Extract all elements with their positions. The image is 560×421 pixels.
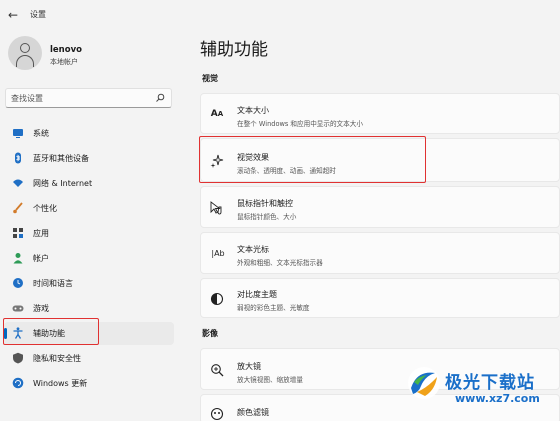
- highlight-box-accessibility: [3, 318, 99, 345]
- avatar-body: [16, 55, 34, 67]
- card-desc: 放大镜视图、缩放增量: [237, 376, 303, 384]
- sidebar-item-label: 蓝牙和其他设备: [33, 154, 89, 163]
- text-size-icon: AA: [210, 109, 224, 119]
- card-desc: 鼠标指针颜色、大小: [237, 213, 297, 221]
- globe-clock-icon: [13, 278, 23, 288]
- card-desc: 外观和粗细、文本光标指示器: [237, 259, 323, 267]
- sidebar-item-label: 应用: [33, 229, 49, 238]
- sidebar-item-bluetooth[interactable]: 蓝牙和其他设备: [4, 147, 174, 170]
- update-icon: [12, 377, 24, 389]
- text-cursor-icon: |Ab: [211, 249, 225, 258]
- bluetooth-icon: [15, 152, 21, 164]
- watermark: 极光下载站 www.xz7.com: [405, 362, 560, 421]
- avatar-head: [20, 43, 30, 53]
- card-desc: 在整个 Windows 和应用中显示的文本大小: [237, 120, 363, 128]
- section-label-vision: 视觉: [202, 74, 218, 83]
- card-title: 颜色滤镜: [237, 408, 269, 417]
- section-label-hearing: 影像: [202, 329, 218, 338]
- sidebar-item-label: Windows 更新: [33, 379, 88, 388]
- wifi-icon: [13, 179, 23, 187]
- title-bar: ← 设置: [0, 0, 560, 30]
- color-filter-icon: [210, 407, 224, 421]
- card-title: 鼠标指针和触控: [237, 199, 293, 208]
- search-icon[interactable]: [155, 93, 165, 103]
- search-input[interactable]: [11, 92, 151, 105]
- sidebar-item-time-language[interactable]: 时间和语言: [4, 272, 174, 295]
- card-title: 文本大小: [237, 106, 269, 115]
- contrast-icon: [210, 292, 224, 306]
- user-name: lenovo: [50, 45, 82, 55]
- brand-logo-icon: [408, 367, 440, 399]
- card-desc: 弱视的彩色主题、光敏度: [237, 304, 310, 312]
- card-mouse-pointer[interactable]: 鼠标指针和触控 鼠标指针颜色、大小: [200, 186, 560, 228]
- sidebar-item-label: 隐私和安全性: [33, 354, 81, 363]
- sidebar-item-system[interactable]: 系统: [4, 122, 174, 145]
- app-title: 设置: [30, 10, 46, 19]
- page-title: 辅助功能: [200, 40, 268, 60]
- card-contrast-themes[interactable]: 对比度主题 弱视的彩色主题、光敏度: [200, 278, 560, 318]
- sidebar-item-network[interactable]: 网络 & Internet: [4, 172, 174, 195]
- card-text-size[interactable]: AA 文本大小 在整个 Windows 和应用中显示的文本大小: [200, 93, 560, 134]
- sidebar-item-apps[interactable]: 应用: [4, 222, 174, 245]
- gamepad-icon: [12, 305, 24, 312]
- user-account-type: 本地帐户: [50, 58, 78, 66]
- sidebar-item-label: 帐户: [33, 254, 49, 263]
- back-arrow-icon[interactable]: ←: [6, 8, 20, 22]
- sidebar-item-windows-update[interactable]: Windows 更新: [4, 372, 174, 395]
- mouse-pointer-icon: [210, 201, 222, 215]
- monitor-icon: [13, 129, 23, 138]
- brush-icon: [13, 202, 23, 214]
- shield-icon: [13, 352, 23, 364]
- highlight-box-visual-effects: [199, 136, 426, 183]
- apps-icon: [13, 228, 23, 238]
- sidebar-item-label: 时间和语言: [33, 279, 73, 288]
- avatar[interactable]: [8, 36, 42, 70]
- sidebar-item-gaming[interactable]: 游戏: [4, 297, 174, 320]
- sidebar-item-accounts[interactable]: 帐户: [4, 247, 174, 270]
- magnifier-icon: [211, 364, 224, 377]
- watermark-brand: 极光下载站: [445, 373, 535, 393]
- card-text-cursor[interactable]: |Ab 文本光标 外观和粗细、文本光标指示器: [200, 232, 560, 274]
- sidebar-item-personalization[interactable]: 个性化: [4, 197, 174, 220]
- card-title: 文本光标: [237, 245, 269, 254]
- watermark-url: www.xz7.com: [455, 392, 540, 405]
- search-box[interactable]: [5, 88, 172, 108]
- sidebar-item-label: 网络 & Internet: [33, 179, 93, 188]
- sidebar-item-label: 个性化: [33, 204, 57, 213]
- sidebar-item-label: 系统: [33, 129, 49, 138]
- person-icon: [13, 253, 23, 264]
- sidebar-item-label: 游戏: [33, 304, 49, 313]
- card-title: 对比度主题: [237, 290, 277, 299]
- card-title: 放大镜: [237, 362, 261, 371]
- sidebar-item-privacy[interactable]: 隐私和安全性: [4, 347, 174, 370]
